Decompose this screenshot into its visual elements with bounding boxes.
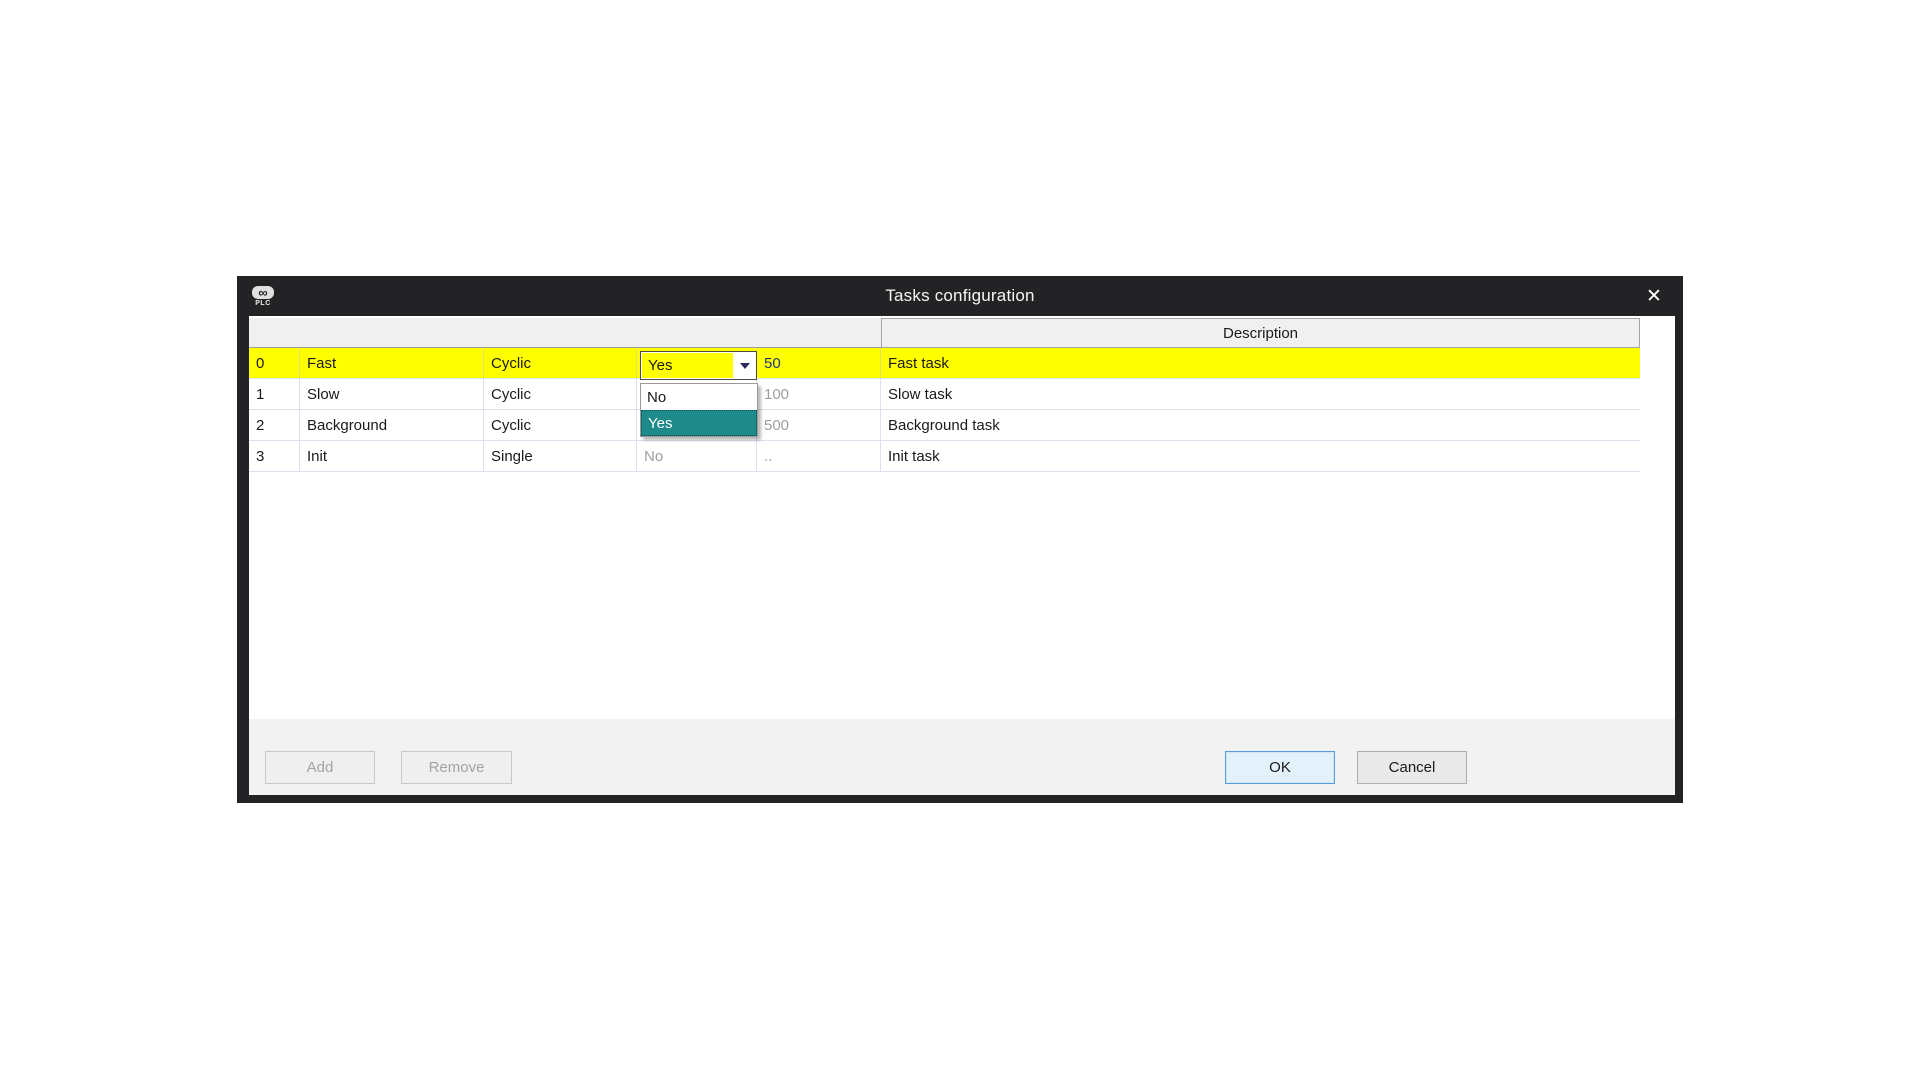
task-type-cell[interactable]: Cyclic xyxy=(484,410,637,440)
dialog-title: Tasks configuration xyxy=(885,286,1035,305)
chevron-down-icon xyxy=(740,362,750,369)
combobox-dropdown-button[interactable] xyxy=(734,352,756,379)
task-type-cell[interactable]: Cyclic xyxy=(484,348,637,378)
task-interval-cell[interactable]: 50 xyxy=(757,348,881,378)
dialog-footer: Add Remove OK Cancel xyxy=(249,719,1675,795)
description-column-header[interactable]: Description xyxy=(881,318,1640,348)
title-bar[interactable]: ∞ PLC Tasks configuration ✕ xyxy=(237,276,1683,316)
task-name-cell[interactable]: Fast xyxy=(300,348,484,378)
tasks-table: Description 0 Fast Cyclic 50 Fast task 1… xyxy=(249,318,1640,472)
table-row[interactable]: 3 Init Single No .. Init task xyxy=(249,441,1640,472)
add-button[interactable]: Add xyxy=(265,751,375,784)
task-id-cell[interactable]: 1 xyxy=(249,379,300,409)
task-name-cell[interactable]: Init xyxy=(300,441,484,471)
combobox-option-yes[interactable]: Yes xyxy=(641,410,757,436)
combobox-option-list: No Yes xyxy=(640,383,758,437)
remove-button[interactable]: Remove xyxy=(401,751,512,784)
cancel-button[interactable]: Cancel xyxy=(1357,751,1467,784)
ok-button[interactable]: OK xyxy=(1225,751,1335,784)
task-name-cell[interactable]: Background xyxy=(300,410,484,440)
task-interval-cell[interactable]: 500 xyxy=(757,410,881,440)
task-id-cell[interactable]: 2 xyxy=(249,410,300,440)
table-header-row: Description xyxy=(249,318,1640,348)
single-combobox[interactable]: Yes xyxy=(640,351,757,380)
table-row[interactable]: 1 Slow Cyclic 100 Slow task xyxy=(249,379,1640,410)
task-type-cell[interactable]: Single xyxy=(484,441,637,471)
close-icon[interactable]: ✕ xyxy=(1639,282,1669,310)
task-description-cell[interactable]: Background task xyxy=(881,410,1640,440)
table-row[interactable]: 2 Background Cyclic 500 Background task xyxy=(249,410,1640,441)
task-interval-cell[interactable]: 100 xyxy=(757,379,881,409)
task-id-cell[interactable]: 3 xyxy=(249,441,300,471)
task-name-cell[interactable]: Slow xyxy=(300,379,484,409)
task-type-cell[interactable]: Cyclic xyxy=(484,379,637,409)
task-description-cell[interactable]: Slow task xyxy=(881,379,1640,409)
dialog-client-area: Description 0 Fast Cyclic 50 Fast task 1… xyxy=(249,316,1675,795)
task-interval-cell[interactable]: .. xyxy=(757,441,881,471)
tasks-configuration-dialog: ∞ PLC Tasks configuration ✕ Description … xyxy=(237,276,1683,803)
task-single-cell[interactable]: No xyxy=(637,441,757,471)
task-id-cell[interactable]: 0 xyxy=(249,348,300,378)
task-description-cell[interactable]: Init task xyxy=(881,441,1640,471)
combobox-option-no[interactable]: No xyxy=(641,384,757,410)
task-description-cell[interactable]: Fast task xyxy=(881,348,1640,378)
combobox-value[interactable]: Yes xyxy=(642,353,733,378)
table-row[interactable]: 0 Fast Cyclic 50 Fast task xyxy=(249,348,1640,379)
